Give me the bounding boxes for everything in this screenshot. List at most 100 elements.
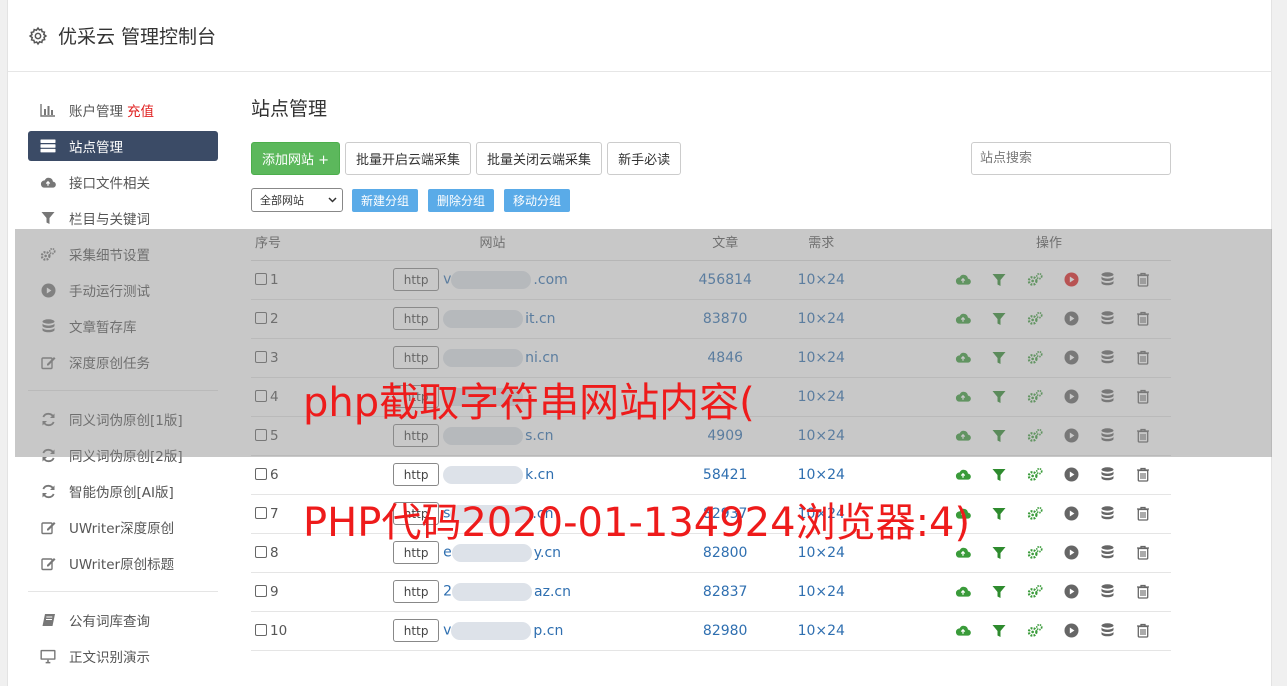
trash-icon[interactable] [1135, 584, 1151, 600]
trash-icon[interactable] [1135, 467, 1151, 483]
group-select[interactable]: 全部网站 [251, 188, 343, 212]
demand-value[interactable]: 10×24 [798, 623, 845, 639]
article-count[interactable]: 83870 [703, 311, 748, 327]
sidebar-item-0-2[interactable]: 接口文件相关 [28, 164, 218, 200]
demand-value[interactable]: 10×24 [798, 428, 845, 444]
gears-icon[interactable] [1027, 545, 1043, 561]
demand-value[interactable]: 10×24 [798, 389, 845, 405]
gears-icon[interactable] [1027, 506, 1043, 522]
sidebar-item-0-1[interactable]: 站点管理 [28, 131, 218, 161]
gears-icon[interactable] [1027, 311, 1043, 327]
trash-icon[interactable] [1135, 428, 1151, 444]
database-icon[interactable] [1099, 428, 1115, 444]
database-icon[interactable] [1099, 467, 1115, 483]
row-checkbox[interactable] [255, 311, 267, 324]
filter-icon[interactable] [991, 389, 1007, 405]
trash-icon[interactable] [1135, 623, 1151, 639]
article-count[interactable]: 82837 [703, 584, 748, 600]
cloud-upload-icon[interactable] [955, 272, 971, 288]
site-search-input[interactable] [971, 142, 1171, 175]
gears-icon[interactable] [1027, 389, 1043, 405]
article-count[interactable]: 456814 [698, 272, 751, 288]
filter-icon[interactable] [991, 272, 1007, 288]
filter-icon[interactable] [991, 623, 1007, 639]
site-domain-prefix[interactable]: v [443, 623, 451, 639]
cloud-upload-icon[interactable] [955, 545, 971, 561]
gears-icon[interactable] [1027, 623, 1043, 639]
protocol-badge[interactable]: http [393, 346, 440, 369]
article-count[interactable]: 82937 [703, 506, 748, 522]
gears-icon[interactable] [1027, 350, 1043, 366]
database-icon[interactable] [1099, 584, 1115, 600]
filter-icon[interactable] [991, 584, 1007, 600]
demand-value[interactable]: 10×24 [798, 272, 845, 288]
site-domain-prefix[interactable]: 2 [443, 584, 452, 600]
sidebar-item-1-1[interactable]: 同义词伪原创[2版] [28, 437, 218, 473]
add-site-button[interactable]: 添加网站 + [251, 142, 341, 175]
cloud-upload-icon[interactable] [955, 311, 971, 327]
cloud-upload-icon[interactable] [955, 389, 971, 405]
article-count[interactable]: 82980 [703, 623, 748, 639]
sidebar-item-2-1[interactable]: 正文识别演示 [28, 638, 218, 674]
trash-icon[interactable] [1135, 272, 1151, 288]
row-checkbox[interactable] [255, 389, 267, 402]
protocol-badge[interactable]: http [393, 307, 440, 330]
batch-open-cloud-button[interactable]: 批量开启云端采集 [345, 142, 472, 175]
protocol-badge[interactable]: http [393, 424, 440, 447]
site-domain-prefix[interactable]: v [443, 272, 451, 288]
sidebar-item-0-0[interactable]: 账户管理 充值 [28, 92, 218, 128]
sidebar-item-1-2[interactable]: 智能伪原创[AI版] [28, 473, 218, 509]
cloud-upload-icon[interactable] [955, 350, 971, 366]
batch-close-cloud-button[interactable]: 批量关闭云端采集 [476, 142, 603, 175]
sidebar-item-2-0[interactable]: 公有词库查询 [28, 602, 218, 638]
database-icon[interactable] [1099, 506, 1115, 522]
database-icon[interactable] [1099, 623, 1115, 639]
article-count[interactable]: 4909 [707, 428, 743, 444]
play-circle-icon[interactable] [1063, 272, 1079, 288]
sidebar-item-0-7[interactable]: 深度原创任务 [28, 344, 218, 380]
protocol-badge[interactable]: http [393, 541, 440, 564]
article-count[interactable]: 4846 [707, 350, 743, 366]
play-circle-icon[interactable] [1063, 584, 1079, 600]
sidebar-item-0-6[interactable]: 文章暂存库 [28, 308, 218, 344]
play-circle-icon[interactable] [1063, 545, 1079, 561]
filter-icon[interactable] [991, 467, 1007, 483]
row-checkbox[interactable] [255, 584, 267, 597]
trash-icon[interactable] [1135, 350, 1151, 366]
play-circle-icon[interactable] [1063, 428, 1079, 444]
play-circle-icon[interactable] [1063, 506, 1079, 522]
site-domain-prefix[interactable]: s [443, 506, 450, 522]
trash-icon[interactable] [1135, 389, 1151, 405]
demand-value[interactable]: 10×24 [798, 584, 845, 600]
protocol-badge[interactable]: http [393, 385, 440, 408]
protocol-badge[interactable]: http [393, 619, 440, 642]
filter-icon[interactable] [991, 350, 1007, 366]
filter-icon[interactable] [991, 428, 1007, 444]
article-count[interactable]: 82800 [703, 545, 748, 561]
demand-value[interactable]: 10×24 [798, 311, 845, 327]
row-checkbox[interactable] [255, 545, 267, 558]
gears-icon[interactable] [1027, 428, 1043, 444]
trash-icon[interactable] [1135, 506, 1151, 522]
demand-value[interactable]: 10×24 [798, 545, 845, 561]
protocol-badge[interactable]: http [393, 502, 440, 525]
sidebar-item-0-3[interactable]: 栏目与关键词 [28, 200, 218, 236]
database-icon[interactable] [1099, 389, 1115, 405]
protocol-badge[interactable]: http [393, 580, 440, 603]
article-count[interactable]: 58421 [703, 467, 748, 483]
row-checkbox[interactable] [255, 623, 267, 636]
trash-icon[interactable] [1135, 545, 1151, 561]
sidebar-item-1-4[interactable]: UWriter原创标题 [28, 545, 218, 581]
demand-value[interactable]: 10×24 [798, 506, 845, 522]
gears-icon[interactable] [1027, 467, 1043, 483]
cloud-upload-icon[interactable] [955, 467, 971, 483]
filter-icon[interactable] [991, 311, 1007, 327]
play-circle-icon[interactable] [1063, 389, 1079, 405]
sidebar-item-0-5[interactable]: 手动运行测试 [28, 272, 218, 308]
database-icon[interactable] [1099, 311, 1115, 327]
row-checkbox[interactable] [255, 467, 267, 480]
play-circle-icon[interactable] [1063, 350, 1079, 366]
cloud-upload-icon[interactable] [955, 428, 971, 444]
trash-icon[interactable] [1135, 311, 1151, 327]
new-group-button[interactable]: 新建分组 [352, 188, 419, 212]
